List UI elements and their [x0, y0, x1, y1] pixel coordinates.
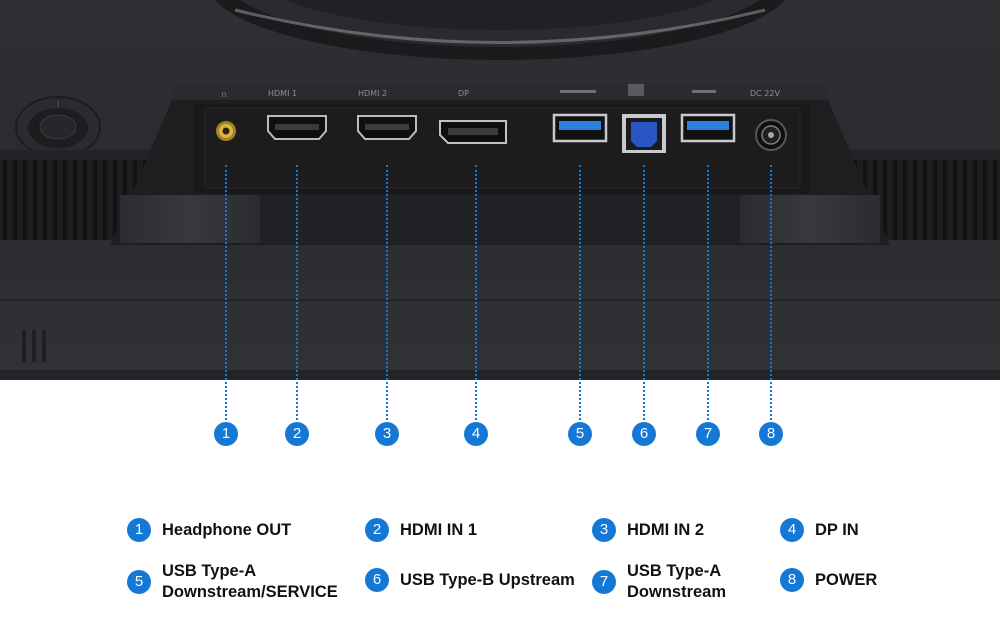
legend-number-badge: 5 — [127, 570, 151, 594]
legend-number-badge: 6 — [365, 568, 389, 592]
port-number-badge: 2 — [285, 422, 309, 446]
legend-number-badge: 7 — [592, 570, 616, 594]
legend-number-badge: 2 — [365, 518, 389, 542]
legend-item: 4 DP IN — [780, 518, 859, 542]
port-number-badge: 1 — [214, 422, 238, 446]
usb-b-port-icon — [622, 114, 666, 153]
legend-label: DP IN — [815, 520, 859, 539]
legend-label: USB Type-A Downstream — [627, 562, 727, 601]
legend-label: USB Type-A Downstream/SERVICE — [162, 562, 338, 601]
legend-label: HDMI IN 1 — [400, 520, 478, 539]
port-number-badge: 5 — [568, 422, 592, 446]
dc-silkscreen: DC 22V — [750, 89, 780, 98]
dc-power-jack-icon — [755, 119, 787, 151]
legend-number-badge: 8 — [780, 568, 804, 592]
hdmi-port-icon — [357, 115, 417, 140]
legend-number-badge: 1 — [127, 518, 151, 542]
legend-item: 8 POWER — [780, 568, 877, 592]
dp-silkscreen: DP — [458, 89, 469, 98]
displayport-icon — [439, 120, 507, 144]
port-number-badge: 3 — [375, 422, 399, 446]
hdmi-port-icon — [267, 115, 327, 140]
port-number-badge: 4 — [464, 422, 488, 446]
legend-label: USB Type-B Upstream — [400, 570, 575, 589]
legend-item: 2 HDMI IN 1 — [365, 518, 477, 542]
monitor-back-photo: ∩ HDMI 1 HDMI 2 DP DC 22V — [0, 0, 1000, 380]
legend-number-badge: 3 — [592, 518, 616, 542]
hdmi2-silkscreen: HDMI 2 — [358, 89, 387, 98]
usb-a-port-icon — [552, 113, 608, 143]
usb-a-port-icon — [680, 113, 736, 143]
hdmi1-silkscreen: HDMI 1 — [268, 89, 297, 98]
legend-item: 6 USB Type-B Upstream — [365, 568, 575, 592]
port-number-badge: 7 — [696, 422, 720, 446]
svg-text:∩: ∩ — [221, 90, 227, 99]
port-number-badge: 8 — [759, 422, 783, 446]
legend-label: HDMI IN 2 — [627, 520, 705, 539]
legend-label: Headphone OUT — [162, 520, 292, 539]
legend-number-badge: 4 — [780, 518, 804, 542]
legend-item: 7 USB Type-A Downstream — [592, 561, 726, 603]
port-number-badge: 6 — [632, 422, 656, 446]
legend-item: 3 HDMI IN 2 — [592, 518, 704, 542]
legend-item: 1 Headphone OUT — [127, 518, 291, 542]
headphone-jack-icon — [216, 121, 236, 141]
legend-item: 5 USB Type-A Downstream/SERVICE — [127, 561, 338, 603]
legend-label: POWER — [815, 570, 878, 589]
